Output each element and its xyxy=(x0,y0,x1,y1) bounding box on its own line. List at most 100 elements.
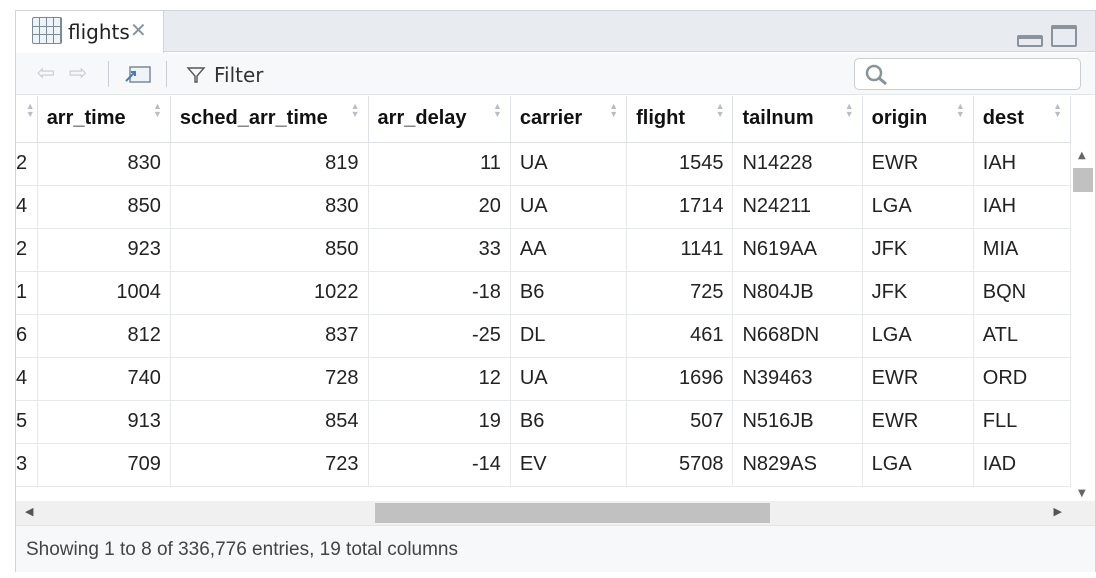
forward-arrow-icon[interactable]: ⇨ xyxy=(64,63,92,85)
column-header-flight[interactable]: flight ▲ ▼ xyxy=(626,96,734,143)
data-viewer-pane: flights ✕ ⇦ ⇨ Filter ▲ ▼ arr_time ▲ ▼ sc… xyxy=(15,10,1096,572)
scroll-down-icon[interactable]: ▼ xyxy=(1078,488,1086,499)
status-bar: Showing 1 to 8 of 336,776 entries, 19 to… xyxy=(16,525,1095,572)
filter-label: Filter xyxy=(214,63,264,87)
table-cell: 913 xyxy=(37,400,171,444)
table-cell: 2 xyxy=(16,142,38,186)
table-cell: 1 xyxy=(16,271,38,315)
table-row[interactable]: 2 923 850 33 AA 1141 N619AA JFK MIA xyxy=(16,228,1071,272)
table-cell: 1545 xyxy=(626,142,734,186)
table-cell: -18 xyxy=(368,271,511,315)
table-cell: N39463 xyxy=(732,357,863,401)
vertical-scroll-thumb[interactable] xyxy=(1073,168,1093,192)
table-cell: LGA xyxy=(862,185,974,229)
column-header-carrier[interactable]: carrier ▲ ▼ xyxy=(510,96,628,143)
header-label: arr_delay xyxy=(377,107,467,130)
table-cell: IAH xyxy=(973,185,1071,229)
table-cell: EWR xyxy=(862,357,974,401)
table-cell: 1141 xyxy=(626,228,734,272)
sort-icon: ▲ ▼ xyxy=(153,101,162,119)
table-cell: 12 xyxy=(368,357,511,401)
tab-bar: flights ✕ xyxy=(16,11,1095,53)
table-cell: 709 xyxy=(37,443,171,487)
table-cell: 3 xyxy=(16,443,38,487)
scroll-right-icon[interactable]: ▶ xyxy=(1054,505,1062,518)
column-header-tailnum[interactable]: tailnum ▲ ▼ xyxy=(732,96,863,143)
table-cell: ATL xyxy=(973,314,1071,358)
column-header-arr-time[interactable]: arr_time ▲ ▼ xyxy=(37,96,171,143)
horizontal-scroll-thumb[interactable] xyxy=(375,503,770,523)
header-label: sched_arr_time xyxy=(179,107,328,130)
horizontal-scrollbar[interactable]: ◀ ▶ xyxy=(16,501,1071,525)
table-cell: N668DN xyxy=(732,314,863,358)
sort-icon: ▲ ▼ xyxy=(350,101,360,119)
toolbar-divider xyxy=(108,61,109,87)
table-cell: IAD xyxy=(973,443,1071,487)
search-box[interactable] xyxy=(854,58,1081,90)
table-cell: FLL xyxy=(973,400,1071,444)
table-cell: B6 xyxy=(510,400,628,444)
table-cell: -14 xyxy=(368,443,511,487)
table-row[interactable]: 1 1004 1022 -18 B6 725 N804JB JFK BQN xyxy=(16,271,1071,315)
column-header-sched-arr-time[interactable]: sched_arr_time ▲ ▼ xyxy=(170,96,369,143)
table-cell: N619AA xyxy=(732,228,863,272)
minimize-pane-button[interactable] xyxy=(1017,35,1043,47)
filter-button[interactable]: Filter xyxy=(186,62,264,88)
scroll-left-icon[interactable]: ◀ xyxy=(25,505,33,518)
table-cell: ORD xyxy=(973,357,1071,401)
table-cell: BQN xyxy=(973,271,1071,315)
table-cell: UA xyxy=(510,357,628,401)
table-row[interactable]: 6 812 837 -25 DL 461 N668DN LGA ATL xyxy=(16,314,1071,358)
table-cell: MIA xyxy=(973,228,1071,272)
table-cell: 2 xyxy=(16,228,38,272)
table-cell: DL xyxy=(510,314,628,358)
table-row[interactable]: 4 740 728 12 UA 1696 N39463 EWR ORD xyxy=(16,357,1071,401)
table-body: 2 830 819 11 UA 1545 N14228 EWR IAH 4 850 830 20 UA 17… xyxy=(16,142,1071,487)
toolbar-divider xyxy=(166,61,167,87)
table-cell: LGA xyxy=(862,314,974,358)
table-cell: UA xyxy=(510,185,628,229)
table-cell: 6 xyxy=(16,314,38,358)
close-icon[interactable]: ✕ xyxy=(130,18,147,42)
table-cell: 830 xyxy=(170,185,369,229)
table-cell: N14228 xyxy=(732,142,863,186)
header-label: tailnum xyxy=(742,107,814,130)
table-row[interactable]: 3 709 723 -14 EV 5708 N829AS LGA IAD xyxy=(16,443,1071,487)
table-cell: 4 xyxy=(16,357,38,401)
table-icon xyxy=(32,17,62,44)
table-cell: N24211 xyxy=(732,185,863,229)
header-label: origin xyxy=(871,107,928,130)
table-cell: 4 xyxy=(16,185,38,229)
table-cell: 461 xyxy=(626,314,734,358)
vertical-scrollbar[interactable]: ▲ ▼ xyxy=(1071,148,1095,501)
table-cell: B6 xyxy=(510,271,628,315)
table-cell: 19 xyxy=(368,400,511,444)
table-row[interactable]: 4 850 830 20 UA 1714 N24211 LGA IAH xyxy=(16,185,1071,229)
table-cell: 812 xyxy=(37,314,171,358)
search-icon xyxy=(865,64,887,86)
table-cell: 5708 xyxy=(626,443,734,487)
column-header-rowid[interactable]: ▲ ▼ xyxy=(16,96,38,143)
maximize-pane-button[interactable] xyxy=(1051,25,1077,47)
column-header-origin[interactable]: origin ▲ ▼ xyxy=(862,96,974,143)
search-input[interactable] xyxy=(895,63,1075,87)
table-cell: EV xyxy=(510,443,628,487)
table-cell: 854 xyxy=(170,400,369,444)
table-cell: 725 xyxy=(626,271,734,315)
data-grid: ▲ ▼ arr_time ▲ ▼ sched_arr_time ▲ ▼ arr_delay… xyxy=(16,96,1071,501)
table-row[interactable]: 2 830 819 11 UA 1545 N14228 EWR IAH xyxy=(16,142,1071,186)
sort-icon: ▲ ▼ xyxy=(844,101,854,119)
table-cell: EWR xyxy=(862,142,974,186)
scrollbar-corner xyxy=(1071,501,1095,525)
column-header-dest[interactable]: dest ▲ ▼ xyxy=(973,96,1071,143)
popout-window-icon[interactable] xyxy=(122,63,152,85)
back-arrow-icon[interactable]: ⇦ xyxy=(32,63,60,85)
table-row[interactable]: 5 913 854 19 B6 507 N516JB EWR FLL xyxy=(16,400,1071,444)
header-label: flight xyxy=(636,107,685,130)
scroll-up-icon[interactable]: ▲ xyxy=(1078,150,1086,161)
table-cell: EWR xyxy=(862,400,974,444)
table-cell: N804JB xyxy=(732,271,863,315)
column-header-arr-delay[interactable]: arr_delay ▲ ▼ xyxy=(368,96,511,143)
sort-icon: ▲ ▼ xyxy=(609,101,619,119)
tab-flights[interactable]: flights ✕ xyxy=(16,11,164,53)
